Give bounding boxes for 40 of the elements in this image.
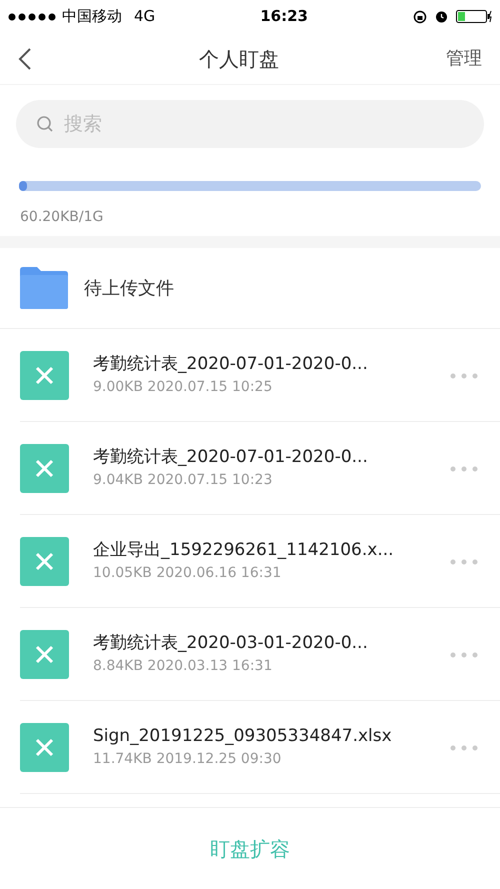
file-info: 9.04KB 2020.07.15 10:23 [93,471,274,490]
battery-icon [456,10,492,23]
signal-icon [8,12,58,20]
back-button[interactable] [18,46,32,71]
rotation-lock-icon [412,10,427,24]
file-row[interactable]: Sign_20191225_09305334847.xlsx 11.74KB 2019.12.25 09:30 [20,701,500,794]
file-row[interactable]: 考勤统计表_2020-07-01-2020-0... 9.00KB 2020.07.15 10:25 [20,329,500,422]
spreadsheet-file-icon [20,350,69,400]
file-name: 考勤统计表_2020-03-01-2020-0... [93,632,369,655]
search-icon [36,115,54,133]
file-name: 考勤统计表_2020-07-01-2020-0... [93,446,369,469]
spreadsheet-file-icon [20,722,69,772]
spreadsheet-file-icon [20,630,69,678]
file-info: 11.74KB 2019.12.25 09:30 [93,750,282,770]
folder-row[interactable]: 待上传文件 [0,248,500,329]
spreadsheet-file-icon [20,444,69,492]
page-title: 个人盯盘 [199,46,279,72]
file-row[interactable]: 企业导出_1592296261_1142106.x... 10.05KB 2020.06.16 16:31 [20,515,500,608]
file-info: 8.84KB 2020.03.13 16:31 [93,657,274,676]
more-button[interactable] [450,744,478,751]
manage-button[interactable]: 管理 [446,45,482,72]
alarm-icon [434,10,448,23]
spreadsheet-file-icon [20,536,69,586]
file-row[interactable]: 考勤统计表_2020-07-01-2020-0... 9.04KB 2020.07.15 10:23 [20,422,500,515]
status-time: 16:23 [260,6,308,28]
file-name: Sign_20191225_09305334847.xlsx [93,724,393,748]
more-button[interactable] [450,558,478,565]
file-row[interactable]: 考勤统计表_2020-03-01-2020-0... 8.84KB 2020.03.13 16:31 [20,608,500,701]
storage-usage: 60.20KB/1G [20,208,104,227]
folder-name: 待上传文件 [84,276,174,300]
file-name: 考勤统计表_2020-07-01-2020-0... [93,352,369,376]
more-button[interactable] [450,652,478,658]
file-info: 9.00KB 2020.07.15 10:25 [93,378,274,398]
network-type: 4G [134,6,156,28]
carrier-name: 中国移动 [62,6,122,28]
file-name: 企业导出_1592296261_1142106.x... [93,538,395,562]
folder-icon [20,267,68,309]
file-info: 10.05KB 2020.06.16 16:31 [93,564,282,584]
more-button[interactable] [450,466,478,472]
more-button[interactable] [450,372,478,379]
